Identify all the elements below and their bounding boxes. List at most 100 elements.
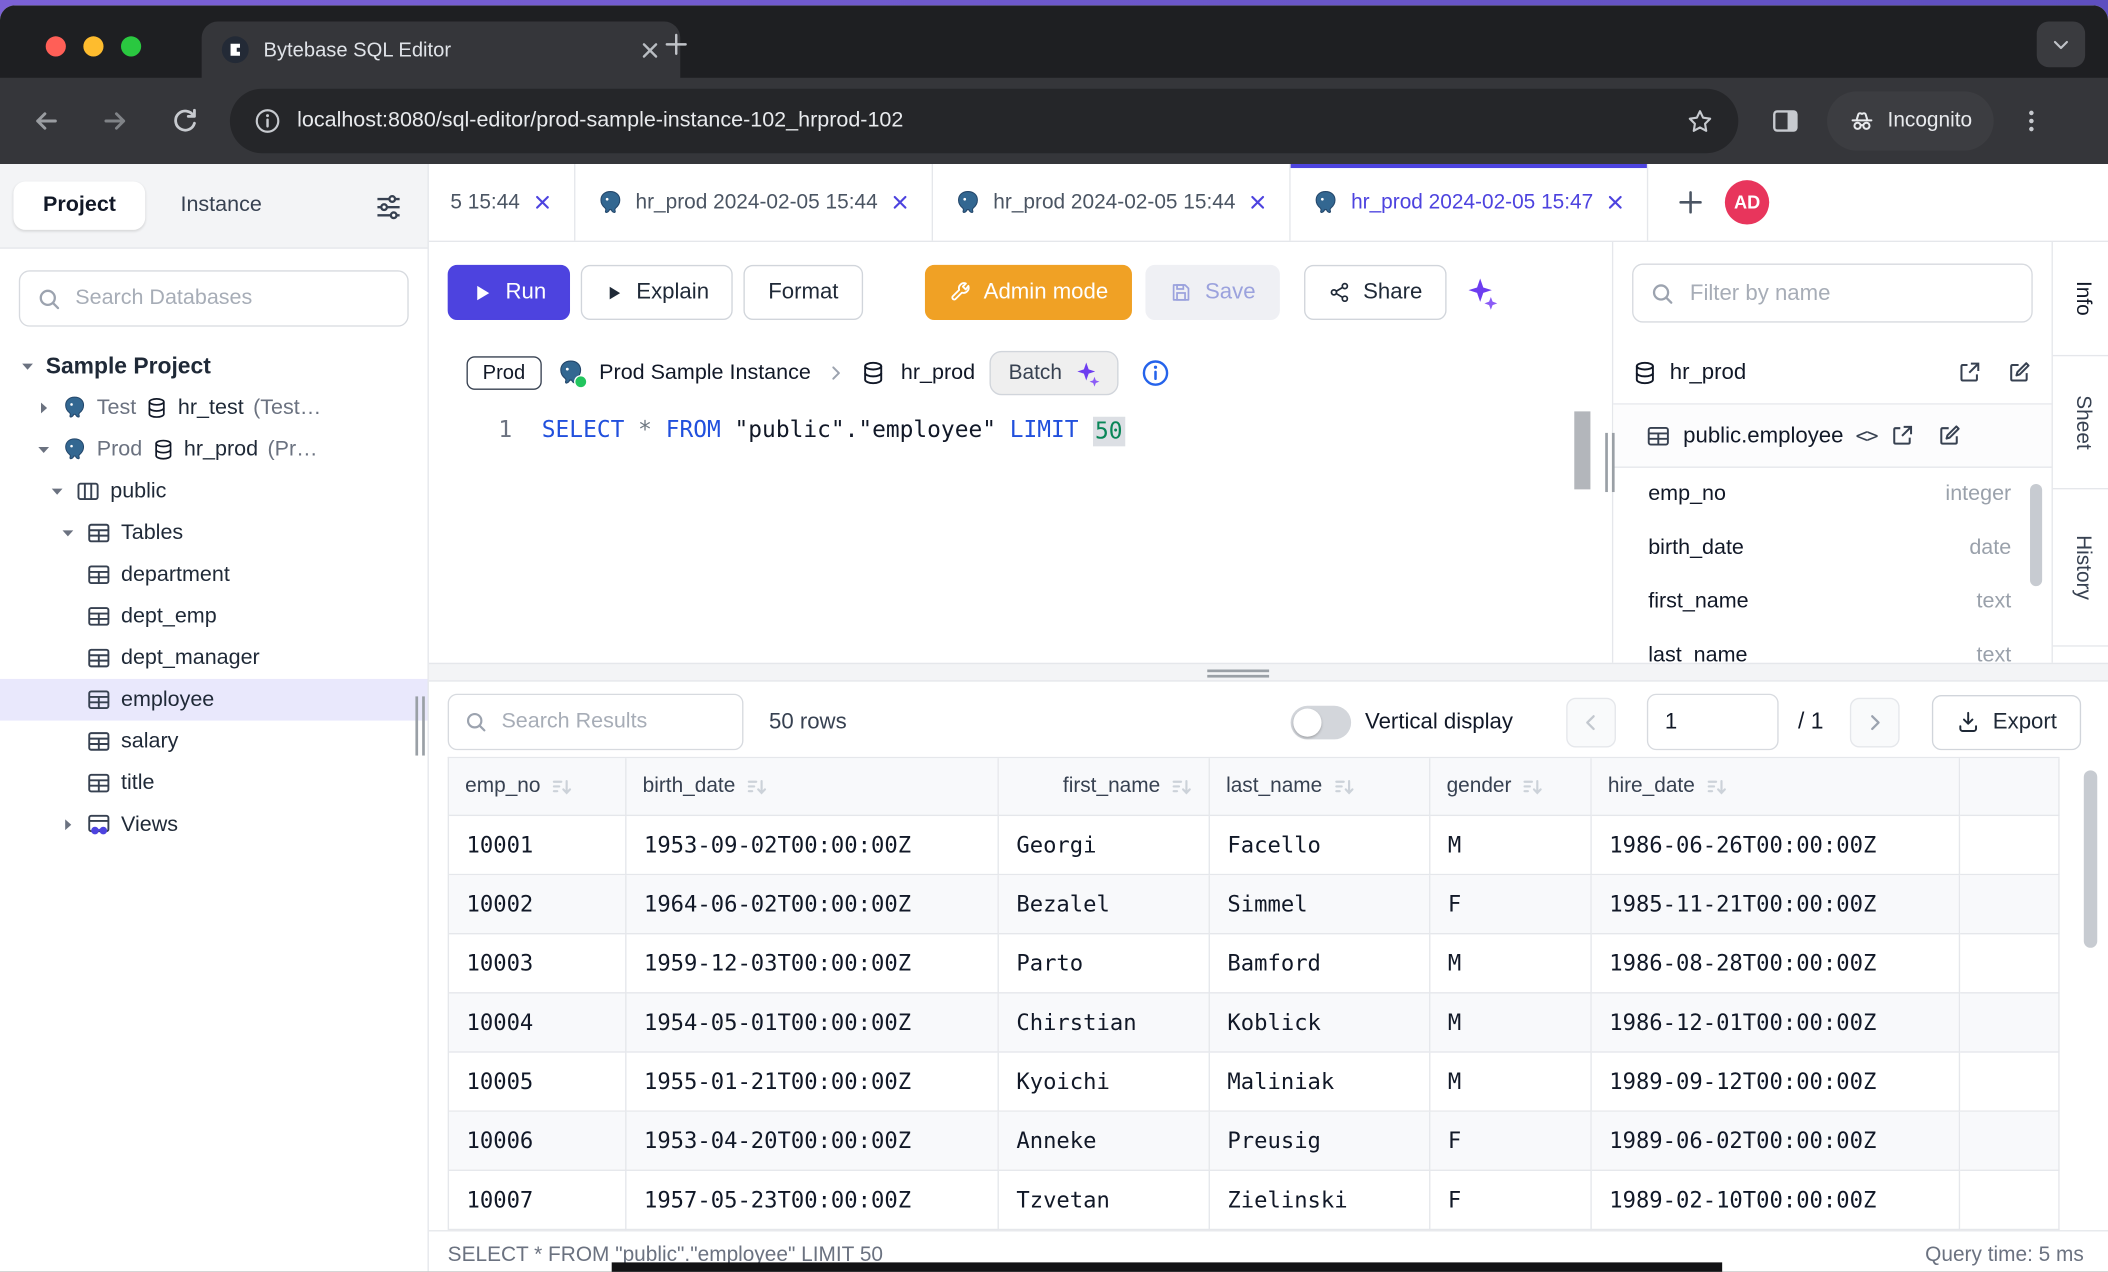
cell[interactable]: Preusig [1210,1112,1430,1171]
cell[interactable]: M [1430,816,1591,875]
tree-item-table-department[interactable]: department [0,554,428,596]
column-header-first-name[interactable]: first_name [999,758,1210,816]
cell[interactable]: Georgi [999,816,1210,875]
forward-button[interactable] [99,105,131,137]
cell[interactable]: F [1430,1112,1591,1171]
view-code-icon[interactable]: <> [1856,423,1878,447]
cell[interactable]: 1955-01-21T00:00:00Z [626,1053,998,1112]
tab-instance[interactable]: Instance [151,181,291,229]
caret-down-icon[interactable] [35,441,52,458]
cell[interactable]: 10006 [449,1112,626,1171]
cell[interactable]: Kyoichi [999,1053,1210,1112]
tree-item-table-title[interactable]: title [0,762,428,804]
column-row[interactable]: first_name text [1613,575,2051,629]
column-header-gender[interactable]: gender [1430,758,1591,816]
sort-icon[interactable] [746,776,768,798]
filter-settings-icon[interactable] [374,191,404,221]
results-scrollbar[interactable] [2084,770,2097,947]
results-search-input[interactable] [499,708,666,735]
explain-button[interactable]: Explain [581,265,733,320]
site-info-icon[interactable] [254,108,281,135]
tree-item-schema-public[interactable]: public [0,471,428,513]
cell[interactable]: M [1430,994,1591,1053]
address-bar[interactable]: localhost:8080/sql-editor/prod-sample-in… [230,89,1738,154]
new-query-tab-button[interactable] [1678,190,1704,216]
sort-icon[interactable] [1706,776,1728,798]
close-icon[interactable] [532,192,552,212]
cell[interactable]: 10005 [449,1053,626,1112]
database-search[interactable] [19,270,409,326]
sidebar-resize-handle[interactable] [415,696,426,755]
tab-project[interactable]: Project [13,181,145,229]
user-avatar[interactable]: AD [1725,180,1769,224]
cell[interactable]: Bamford [1210,934,1430,993]
close-icon[interactable] [1605,192,1625,212]
vertical-display-toggle[interactable] [1291,705,1351,739]
side-panel-icon[interactable] [1771,106,1801,136]
close-icon[interactable] [890,192,910,212]
cell[interactable]: 1989-09-12T00:00:00Z [1592,1053,1960,1112]
page-number-input[interactable] [1647,694,1779,750]
panel-resize-handle[interactable] [1605,433,1614,492]
cell[interactable]: 1964-06-02T00:00:00Z [626,875,998,934]
cell[interactable]: 1954-05-01T00:00:00Z [626,994,998,1053]
cell[interactable]: F [1430,1171,1591,1230]
bookmark-star-icon[interactable] [1686,107,1714,135]
cell[interactable]: M [1430,934,1591,993]
editor-tab-2[interactable]: hr_prod 2024-02-05 15:44 [575,164,933,241]
info-icon[interactable] [1141,359,1169,387]
results-divider[interactable] [429,663,2108,682]
cell[interactable]: Tzvetan [999,1171,1210,1230]
cell[interactable]: Facello [1210,816,1430,875]
caret-down-icon[interactable] [59,524,76,541]
tree-item-table-salary[interactable]: salary [0,721,428,763]
cell[interactable]: M [1430,1053,1591,1112]
cell[interactable]: 1957-05-23T00:00:00Z [626,1171,998,1230]
close-tab-icon[interactable] [639,38,662,61]
cell[interactable]: 1953-09-02T00:00:00Z [626,816,998,875]
tab-sheet[interactable]: Sheet [2053,356,2108,489]
editor-tab-4-active[interactable]: hr_prod 2024-02-05 15:47 [1291,164,1649,241]
tab-info[interactable]: Info [2053,242,2108,356]
caret-right-icon[interactable] [59,816,76,833]
schema-database-row[interactable]: hr_prod [1613,341,2051,404]
tree-item-prod-db[interactable]: Prod hr_prod (Pr… [0,429,428,471]
results-search[interactable] [448,694,744,750]
reload-button[interactable] [169,106,200,137]
close-window-button[interactable] [46,36,66,56]
editor-tab-1[interactable]: 5 15:44 [429,164,575,241]
ai-sparkles-icon[interactable] [1463,275,1498,310]
format-button[interactable]: Format [744,265,863,320]
sql-editor[interactable]: 1SELECT * FROM "public"."employee" LIMIT… [429,403,1612,662]
cell[interactable]: 1989-06-02T00:00:00Z [1592,1112,1960,1171]
next-page-button[interactable] [1850,697,1900,747]
tree-item-table-dept-emp[interactable]: dept_emp [0,596,428,638]
new-tab-button[interactable] [664,32,688,56]
cell[interactable]: Parto [999,934,1210,993]
schema-table-row[interactable]: public.employee <> [1613,405,2051,468]
caret-right-icon[interactable] [35,399,52,416]
close-icon[interactable] [1248,192,1268,212]
tab-history[interactable]: History [2053,489,2108,646]
cell[interactable]: Maliniak [1210,1053,1430,1112]
edit-icon[interactable] [2006,359,2033,386]
external-link-icon[interactable] [1889,422,1916,449]
database-name[interactable]: hr_prod [901,361,975,385]
column-header-last-name[interactable]: last_name [1210,758,1430,816]
column-row[interactable]: birth_date date [1613,522,2051,576]
divider-grab-handle[interactable] [1207,667,1269,680]
export-button[interactable]: Export [1932,694,2081,749]
cell[interactable]: F [1430,875,1591,934]
cell[interactable]: 10003 [449,934,626,993]
back-button[interactable] [30,105,62,137]
column-header-hire-date[interactable]: hire_date [1592,758,1960,816]
cell[interactable]: 1986-08-28T00:00:00Z [1592,934,1960,993]
cell[interactable]: 1985-11-21T00:00:00Z [1592,875,1960,934]
schema-filter[interactable] [1632,264,2033,323]
cell[interactable]: 1986-06-26T00:00:00Z [1592,816,1960,875]
column-row[interactable]: last_name text [1613,629,2051,663]
cell[interactable]: 1959-12-03T00:00:00Z [626,934,998,993]
sort-icon[interactable] [1333,776,1355,798]
editor-scrollbar[interactable] [1574,411,1590,489]
zoom-window-button[interactable] [121,36,141,56]
